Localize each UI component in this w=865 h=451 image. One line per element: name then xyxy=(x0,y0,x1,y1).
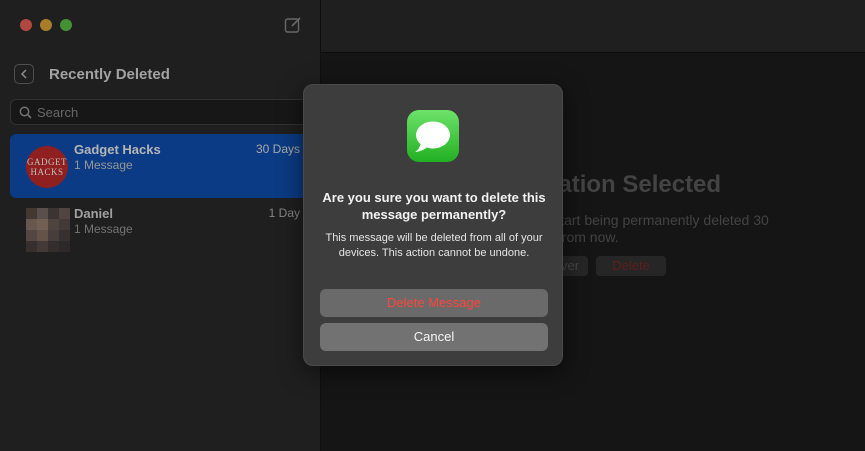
delete-message-button[interactable]: Delete Message xyxy=(320,289,548,317)
delete-confirmation-dialog: Are you sure you want to delete this mes… xyxy=(303,84,563,366)
dialog-title: Are you sure you want to delete this mes… xyxy=(322,190,546,222)
cancel-button[interactable]: Cancel xyxy=(320,323,548,351)
messages-app-icon xyxy=(407,110,459,162)
dialog-message: This message will be deleted from all of… xyxy=(325,232,543,259)
